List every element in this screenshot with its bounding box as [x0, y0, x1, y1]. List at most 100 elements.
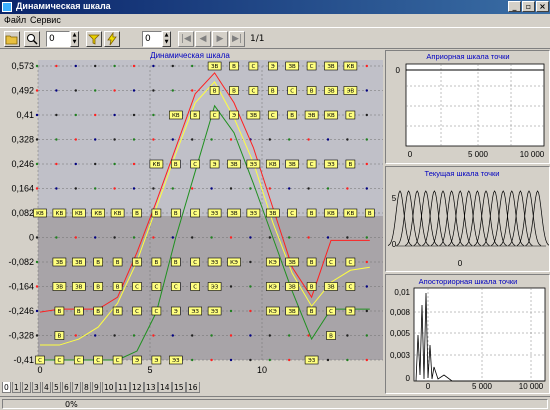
grade-badge[interactable]: В: [209, 86, 220, 95]
tab-12[interactable]: 12: [130, 382, 144, 393]
grade-badge[interactable]: КВ: [52, 208, 67, 218]
grade-badge[interactable]: КВ: [110, 208, 125, 218]
nav-first-button[interactable]: |◀: [178, 31, 194, 47]
grade-badge[interactable]: В: [171, 208, 181, 218]
grade-badge[interactable]: КЭ: [265, 306, 280, 316]
grade-badge[interactable]: ЭЗ: [188, 306, 202, 316]
grade-badge[interactable]: В: [132, 257, 142, 267]
aposteriori-chart[interactable]: Апосториорная шкала точки 0,01 0,008 0,0…: [386, 275, 549, 393]
grade-badge[interactable]: В: [112, 306, 123, 316]
grade-badge[interactable]: С: [248, 61, 259, 71]
grade-badge[interactable]: В: [112, 257, 123, 267]
grade-badge[interactable]: КВ: [265, 159, 280, 169]
grade-badge[interactable]: ЗВ: [52, 257, 67, 267]
zoom-button[interactable]: [24, 31, 40, 47]
grade-badge[interactable]: ЭЗ: [324, 159, 338, 169]
grade-badge[interactable]: В: [306, 208, 317, 218]
grade-badge[interactable]: В: [306, 257, 317, 267]
tab-2[interactable]: 2: [22, 382, 31, 393]
grade-badge[interactable]: ЗВ: [227, 208, 241, 218]
tab-16[interactable]: 16: [186, 382, 200, 393]
grade-badge[interactable]: В: [229, 61, 239, 71]
minimize-button[interactable]: _: [508, 1, 521, 12]
spin-arrows-1[interactable]: ▲ ▼: [70, 31, 79, 47]
grade-badge[interactable]: С: [345, 257, 356, 267]
tab-5[interactable]: 5: [52, 382, 61, 393]
grade-badge[interactable]: С: [287, 208, 298, 218]
nav-prev-button[interactable]: ◀: [195, 31, 211, 47]
grade-badge[interactable]: ЭЗ: [207, 257, 222, 267]
menu-file[interactable]: Файл: [4, 15, 26, 25]
grade-badge[interactable]: В: [93, 257, 103, 267]
grade-badge[interactable]: В: [151, 257, 162, 267]
grade-badge[interactable]: В: [287, 110, 298, 120]
grade-badge[interactable]: КВ: [72, 208, 86, 218]
grade-badge[interactable]: ЗВ: [285, 159, 300, 169]
grade-badge[interactable]: С: [54, 355, 65, 365]
grade-badge[interactable]: В: [54, 306, 65, 316]
grade-badge[interactable]: В: [306, 86, 317, 95]
tab-14[interactable]: 14: [158, 382, 172, 393]
grade-badge[interactable]: Э: [345, 306, 356, 316]
grade-badge[interactable]: Э: [151, 355, 162, 365]
grade-badge[interactable]: С: [132, 306, 142, 316]
grade-badge[interactable]: В: [54, 331, 65, 340]
grade-badge[interactable]: В: [93, 282, 103, 291]
grade-badge[interactable]: ЗВ: [246, 110, 261, 120]
grade-badge[interactable]: КВ: [324, 110, 338, 120]
grade-badge[interactable]: В: [74, 306, 84, 316]
grade-badge[interactable]: В: [229, 86, 239, 95]
grade-badge[interactable]: С: [132, 282, 142, 291]
grade-badge[interactable]: ЗВ: [72, 257, 86, 267]
grade-badge[interactable]: С: [74, 355, 84, 365]
tab-9[interactable]: 9: [92, 382, 101, 393]
tab-10[interactable]: 10: [102, 382, 116, 393]
grade-badge[interactable]: С: [209, 110, 220, 120]
grade-badge[interactable]: С: [190, 159, 200, 169]
grade-badge[interactable]: КВ: [91, 208, 105, 218]
grade-badge[interactable]: Э: [267, 61, 278, 71]
tab-0[interactable]: 0: [2, 382, 11, 393]
spin-input-1[interactable]: 0: [46, 31, 70, 47]
tab-7[interactable]: 7: [72, 382, 81, 393]
grade-badge[interactable]: КВ: [324, 208, 338, 218]
grade-badge[interactable]: С: [35, 355, 45, 365]
tab-4[interactable]: 4: [42, 382, 51, 393]
grade-badge[interactable]: ЗВ: [285, 306, 300, 316]
grade-badge[interactable]: С: [151, 306, 162, 316]
close-button[interactable]: ×: [536, 1, 549, 12]
grade-badge[interactable]: В: [171, 257, 181, 267]
grade-badge[interactable]: В: [345, 159, 356, 169]
grade-badge[interactable]: С: [190, 208, 200, 218]
tab-6[interactable]: 6: [62, 382, 71, 393]
grade-badge[interactable]: ЗВ: [285, 282, 300, 291]
grade-badge[interactable]: В: [132, 208, 142, 218]
grade-badge[interactable]: С: [151, 282, 162, 291]
run-button[interactable]: [104, 31, 120, 47]
tab-15[interactable]: 15: [172, 382, 186, 393]
grade-badge[interactable]: ЗВ: [324, 86, 338, 95]
grade-badge[interactable]: В: [364, 208, 375, 218]
grade-badge[interactable]: КВ: [343, 208, 358, 218]
grade-badge[interactable]: В: [190, 110, 200, 120]
grade-badge[interactable]: ЗВ: [227, 159, 241, 169]
grade-badge[interactable]: ЭЗ: [169, 355, 183, 365]
grade-badge[interactable]: КЭ: [265, 257, 280, 267]
grade-badge[interactable]: ЭЗ: [207, 208, 222, 218]
grade-badge[interactable]: В: [112, 282, 123, 291]
dynamic-scale-chart[interactable]: Динамическая шкала ЗВ В С Э ЗВ С ЗВ КВВ В С В С В ЗВ Э…: [0, 50, 383, 380]
maximize-button[interactable]: ▫: [522, 1, 535, 12]
tab-13[interactable]: 13: [144, 382, 158, 393]
grade-badge[interactable]: ЭЗ: [207, 282, 222, 291]
nav-next-button[interactable]: ▶: [212, 31, 228, 47]
spin-arrows-2[interactable]: ▲ ▼: [162, 31, 171, 47]
grade-badge[interactable]: В: [267, 86, 278, 95]
grade-badge[interactable]: С: [267, 110, 278, 120]
tab-11[interactable]: 11: [116, 382, 130, 393]
grade-badge[interactable]: Э: [229, 110, 239, 120]
grade-badge[interactable]: ЗВ: [285, 61, 300, 71]
grade-badge[interactable]: ЭЗ: [246, 208, 261, 218]
grade-badge[interactable]: С: [287, 86, 298, 95]
grade-badge[interactable]: ЗВ: [324, 61, 338, 71]
grade-badge[interactable]: С: [112, 355, 123, 365]
